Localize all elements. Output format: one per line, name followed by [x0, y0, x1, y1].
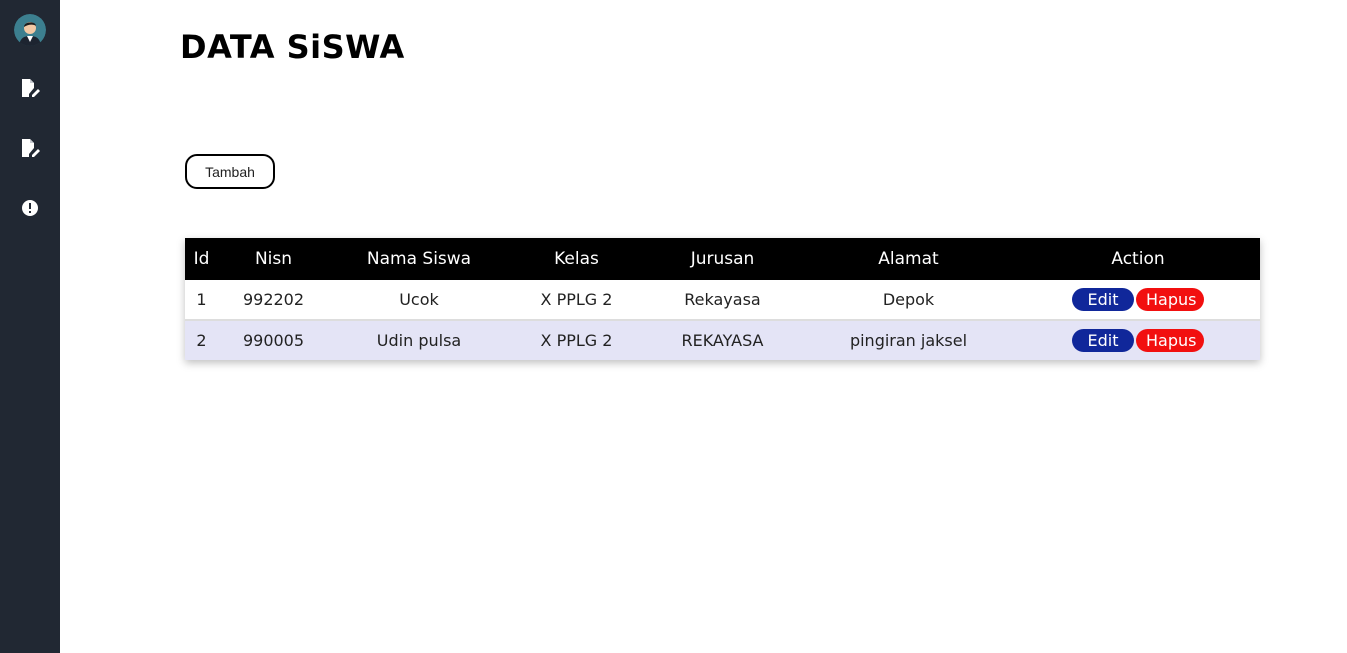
cell-id: 1 — [185, 280, 218, 321]
cell-id: 2 — [196, 331, 207, 350]
cell-action: Edit Hapus — [1016, 280, 1260, 321]
column-header-nisn: Nisn — [254, 249, 293, 269]
alert-circle-icon — [22, 200, 38, 216]
sidebar-item-file-edit-2[interactable] — [20, 138, 40, 158]
column-header-nama-siswa: Nama Siswa — [366, 249, 472, 269]
cell-nama: Ucok — [329, 280, 509, 321]
delete-button[interactable]: Hapus — [1136, 329, 1204, 352]
avatar[interactable] — [14, 14, 46, 46]
cell-jurusan: Rekayasa — [644, 280, 801, 321]
column-header-alamat: Alamat — [878, 249, 939, 269]
cell-nisn: 990005 — [242, 331, 305, 350]
cell-nama: Udin pulsa — [376, 331, 462, 350]
edit-button[interactable]: Edit — [1072, 329, 1134, 352]
add-button[interactable]: Tambah — [185, 154, 275, 189]
cell-alamat: pingiran jaksel — [849, 331, 968, 350]
cell-kelas: X PPLG 2 — [540, 331, 613, 350]
students-table: Id Nisn Nama Siswa Kelas Jurusan Alamat … — [185, 238, 1260, 360]
file-edit-icon — [22, 139, 40, 157]
main-content: DATA SiSWA Tambah Id Nisn Nama Siswa Kel… — [60, 0, 1347, 653]
table-row: 2 990005 Udin pulsa X PPLG 2 REKAYASA pi… — [185, 320, 1260, 360]
sidebar-item-info[interactable] — [20, 198, 40, 218]
cell-alamat: Depok — [801, 280, 1016, 321]
cell-kelas: X PPLG 2 — [509, 280, 644, 321]
table-row: 1 992202 Ucok X PPLG 2 Rekayasa Depok Ed… — [185, 280, 1260, 321]
sidebar — [0, 0, 60, 653]
column-header-kelas: Kelas — [554, 249, 599, 269]
cell-nisn: 992202 — [218, 280, 329, 321]
cell-jurusan: REKAYASA — [681, 331, 764, 350]
table-header-row: Id Nisn Nama Siswa Kelas Jurusan Alamat … — [185, 238, 1260, 280]
file-edit-icon — [22, 79, 40, 97]
user-avatar-icon — [14, 14, 46, 46]
column-header-id: Id — [193, 249, 210, 269]
page-title: DATA SiSWA — [180, 28, 405, 66]
column-header-action: Action — [1111, 249, 1165, 269]
delete-button[interactable]: Hapus — [1136, 288, 1204, 311]
edit-button[interactable]: Edit — [1072, 288, 1134, 311]
cell-action: Edit Hapus — [1016, 320, 1260, 360]
column-header-jurusan: Jurusan — [690, 249, 755, 269]
sidebar-item-file-edit-1[interactable] — [20, 78, 40, 98]
